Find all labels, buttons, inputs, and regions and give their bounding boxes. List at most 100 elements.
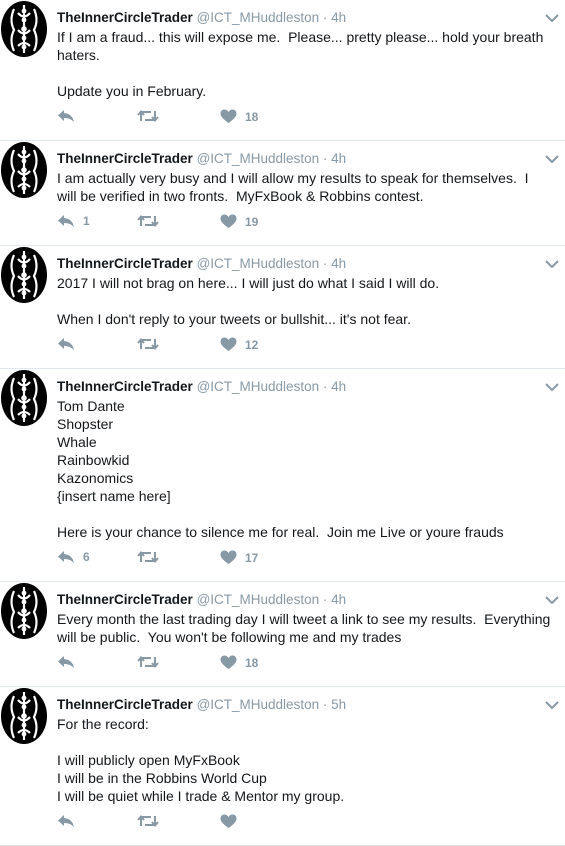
retweet-button[interactable] [137,109,167,123]
tweet-header: TheInnerCircleTrader @ICT_MHuddleston · … [57,377,555,395]
timestamp[interactable]: 4h [331,151,346,166]
heart-icon [220,214,237,229]
author-name[interactable]: TheInnerCircleTrader [57,592,193,607]
retweet-icon [137,109,159,123]
like-button[interactable]: 17 [220,550,258,565]
chevron-down-icon[interactable] [545,256,559,269]
reply-button[interactable] [57,109,83,123]
like-count: 18 [245,655,259,670]
avatar[interactable] [0,0,48,58]
timestamp[interactable]: 4h [331,592,346,607]
reply-icon [57,337,75,351]
reply-icon [57,109,75,123]
timestamp[interactable]: 4h [331,256,346,271]
author-handle[interactable]: @ICT_MHuddleston [197,256,320,271]
avatar[interactable] [0,369,48,427]
author-handle[interactable]: @ICT_MHuddleston [197,379,320,394]
retweet-icon [137,337,159,351]
tweet-actions [57,805,555,845]
reply-button[interactable] [57,655,83,669]
chevron-down-icon[interactable] [545,697,559,710]
author-handle[interactable]: @ICT_MHuddleston [197,697,320,712]
tweet-actions: 6 17 [57,541,555,581]
tweet-actions: 18 [57,100,555,140]
retweet-button[interactable] [137,337,167,351]
reply-button[interactable]: 6 [57,550,90,564]
heart-icon [220,814,237,829]
heart-icon [220,337,237,352]
heart-icon [220,550,237,565]
author-name[interactable]: TheInnerCircleTrader [57,10,193,25]
heart-icon [220,655,237,670]
retweet-icon [137,214,159,228]
tweet[interactable]: TheInnerCircleTrader @ICT_MHuddleston · … [0,369,565,582]
reply-icon [57,814,75,828]
timestamp[interactable]: 4h [331,10,346,25]
timestamp[interactable]: 4h [331,379,346,394]
tweet-header: TheInnerCircleTrader @ICT_MHuddleston · … [57,590,555,608]
reply-icon [57,214,75,228]
author-name[interactable]: TheInnerCircleTrader [57,256,193,271]
timeline: TheInnerCircleTrader @ICT_MHuddleston · … [0,0,565,846]
tweet-text: Tom Dante Shopster Whale Rainbowkid Kazo… [57,398,504,540]
reply-count: 6 [83,550,90,564]
tweet[interactable]: TheInnerCircleTrader @ICT_MHuddleston · … [0,582,565,687]
like-button[interactable]: 19 [220,214,258,229]
separator: · [322,379,328,394]
retweet-button[interactable] [137,214,167,228]
tweet-text: For the record: I will publicly open MyF… [57,716,345,804]
reply-button[interactable]: 1 [57,214,90,228]
separator: · [322,10,328,25]
tweet-header: TheInnerCircleTrader @ICT_MHuddleston · … [57,254,555,272]
avatar[interactable] [0,141,48,199]
author-handle[interactable]: @ICT_MHuddleston [197,151,320,166]
retweet-button[interactable] [137,550,167,564]
tweet-text: 2017 I will not brag on here... I will j… [57,275,440,327]
chevron-down-icon[interactable] [545,151,559,164]
avatar[interactable] [0,687,48,745]
tweet[interactable]: TheInnerCircleTrader @ICT_MHuddleston · … [0,0,565,141]
timestamp[interactable]: 5h [331,697,346,712]
reply-icon [57,655,75,669]
like-button[interactable]: 12 [220,337,258,352]
tweet-text: Every month the last trading day I will … [57,611,555,645]
chevron-down-icon[interactable] [545,592,559,605]
reply-button[interactable] [57,814,83,828]
retweet-icon [137,655,159,669]
tweet-actions: 12 [57,328,555,368]
like-count: 18 [245,109,259,124]
like-button[interactable]: 18 [220,109,258,124]
separator: · [322,592,328,607]
chevron-down-icon[interactable] [545,379,559,392]
author-handle[interactable]: @ICT_MHuddleston [197,592,320,607]
retweet-icon [137,550,159,564]
tweet-header: TheInnerCircleTrader @ICT_MHuddleston · … [57,695,555,713]
like-button[interactable]: 18 [220,655,258,670]
avatar[interactable] [0,246,48,304]
author-name[interactable]: TheInnerCircleTrader [57,379,193,394]
avatar[interactable] [0,582,48,640]
chevron-down-icon[interactable] [545,10,559,23]
tweet-header: TheInnerCircleTrader @ICT_MHuddleston · … [57,149,555,167]
like-count: 17 [245,550,259,565]
tweet[interactable]: TheInnerCircleTrader @ICT_MHuddleston · … [0,141,565,246]
heart-icon [220,109,237,124]
author-handle[interactable]: @ICT_MHuddleston [197,10,320,25]
tweet[interactable]: TheInnerCircleTrader @ICT_MHuddleston · … [0,246,565,369]
author-name[interactable]: TheInnerCircleTrader [57,151,193,166]
like-count: 12 [245,337,259,352]
retweet-button[interactable] [137,655,167,669]
retweet-button[interactable] [137,814,167,828]
tweet-text: I am actually very busy and I will allow… [57,170,533,204]
reply-icon [57,550,75,564]
reply-count: 1 [83,214,90,228]
like-button[interactable] [220,814,245,829]
tweet-actions: 1 19 [57,205,555,245]
separator: · [322,256,328,271]
tweet[interactable]: TheInnerCircleTrader @ICT_MHuddleston · … [0,687,565,846]
like-count: 19 [245,214,259,229]
reply-button[interactable] [57,337,83,351]
author-name[interactable]: TheInnerCircleTrader [57,697,193,712]
separator: · [322,697,328,712]
separator: · [322,151,328,166]
